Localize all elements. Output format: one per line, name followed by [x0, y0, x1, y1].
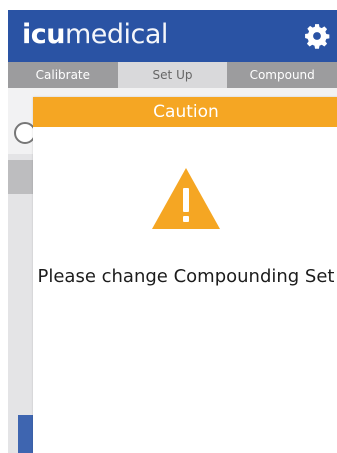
warning-triangle-icon	[152, 168, 220, 229]
tab-bar: Calibrate Set Up Compound	[8, 62, 337, 88]
tab-compound[interactable]: Compound	[227, 62, 337, 88]
icu-medical-logo: icumedical	[22, 19, 168, 51]
caution-dialog: Caution Please change Compounding Set	[33, 97, 337, 453]
tab-calibrate[interactable]: Calibrate	[8, 62, 118, 88]
dialog-message: Please change Compounding Set	[37, 266, 335, 287]
dialog-title: Caution	[33, 97, 337, 127]
tab-set-up[interactable]: Set Up	[117, 62, 228, 88]
app-screen: icumedical Calibrate Set Up Compound Cau…	[8, 10, 337, 453]
logo-thin-text: medical	[64, 19, 168, 50]
logo-bold-text: icu	[22, 19, 65, 50]
gear-icon[interactable]	[304, 23, 330, 49]
app-header: icumedical	[8, 10, 337, 62]
